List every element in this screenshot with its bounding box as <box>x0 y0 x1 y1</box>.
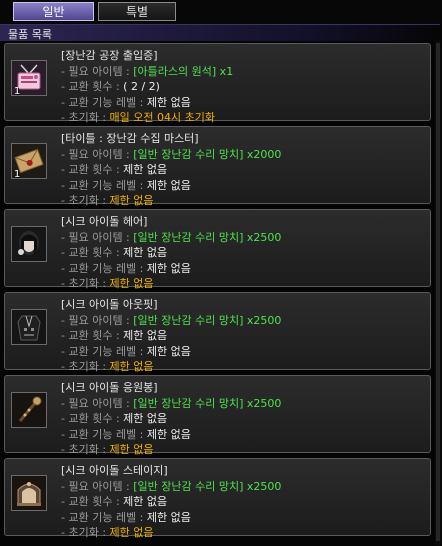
item-card[interactable]: [시크 아이돌 스테이지] - 필요 아이템 : [일반 장난감 수리 망치] … <box>4 458 431 539</box>
item-list-title: 물품 목록 <box>8 28 52 41</box>
item-title: [시크 아이돌 헤어] <box>61 215 148 228</box>
item-title: [장난감 공장 출입증] <box>61 49 158 62</box>
hair-icon <box>12 227 46 261</box>
required-item-label: - 필요 아이템 : <box>61 313 130 327</box>
required-item-label: - 필요 아이템 : <box>61 147 130 161</box>
required-item-label: - 필요 아이템 : <box>61 230 130 244</box>
item-list-header: 물품 목록 <box>0 24 440 41</box>
item-title: [시크 아이돌 아웃핏] <box>61 298 158 311</box>
cheer-stick-icon <box>12 393 46 427</box>
reset-label: - 초기화 : <box>61 194 107 207</box>
reset-value: 제한 없음 <box>109 360 154 373</box>
item-slot[interactable] <box>11 309 47 345</box>
exchange-level-label: - 교환 기능 레벨 : <box>61 344 144 358</box>
item-slot[interactable]: 1 <box>11 143 47 180</box>
scrollbar-thumb[interactable] <box>436 43 440 541</box>
required-item-label: - 필요 아이템 : <box>61 396 130 410</box>
scrollbar[interactable] <box>435 41 441 545</box>
reset-label: - 초기화 : <box>61 526 107 539</box>
reset-value: 제한 없음 <box>109 194 154 207</box>
item-title: [타이틀 : 장난감 수집 마스터] <box>61 132 199 145</box>
exchange-level-label: - 교환 기능 레벨 : <box>61 261 144 275</box>
exchange-level-value: 제한 없음 <box>146 510 191 524</box>
outfit-icon <box>12 310 46 344</box>
exchange-window: 일반 특별 물품 목록 1 [장난감 공장 출입증] - 필요 아이템 : [아… <box>0 0 442 546</box>
item-list: 1 [장난감 공장 출입증] - 필요 아이템 : [아틀라스의 원석] x1 … <box>2 41 434 545</box>
item-card[interactable]: [시크 아이돌 응원봉] - 필요 아이템 : [일반 장난감 수리 망치] x… <box>4 375 431 456</box>
item-title: [시크 아이돌 스테이지] <box>61 464 168 477</box>
item-title: [시크 아이돌 응원봉] <box>61 381 158 394</box>
required-item-value: [아틀라스의 원석] x1 <box>133 64 234 78</box>
reset-value: 제한 없음 <box>109 277 154 290</box>
exchange-count-label: - 교환 횟수 : <box>61 329 120 342</box>
required-item-value: [일반 장난감 수리 망치] x2500 <box>133 479 282 493</box>
stage-icon <box>12 476 46 510</box>
exchange-count-value: ( 2 / 2) <box>123 80 160 93</box>
required-item-label: - 필요 아이템 : <box>61 64 130 78</box>
exchange-count-label: - 교환 횟수 : <box>61 412 120 425</box>
exchange-level-label: - 교환 기능 레벨 : <box>61 427 144 441</box>
exchange-count-value: 제한 없음 <box>123 246 168 259</box>
required-item-label: - 필요 아이템 : <box>61 479 130 493</box>
required-item-value: [일반 장난감 수리 망치] x2500 <box>133 396 282 410</box>
item-slot[interactable] <box>11 226 47 262</box>
exchange-count-value: 제한 없음 <box>123 412 168 425</box>
exchange-level-value: 제한 없음 <box>146 178 191 192</box>
exchange-level-value: 제한 없음 <box>146 427 191 441</box>
exchange-count-label: - 교환 횟수 : <box>61 80 120 93</box>
exchange-level-label: - 교환 기능 레벨 : <box>61 178 144 192</box>
tab-bar: 일반 특별 <box>0 0 442 24</box>
required-item-value: [일반 장난감 수리 망치] x2500 <box>133 313 282 327</box>
required-item-value: [일반 장난감 수리 망치] x2500 <box>133 230 282 244</box>
reset-value: 제한 없음 <box>109 526 154 539</box>
reset-value: 매일 오전 04시 초기화 <box>109 111 215 124</box>
exchange-level-label: - 교환 기능 레벨 : <box>61 510 144 524</box>
item-card[interactable]: [시크 아이돌 헤어] - 필요 아이템 : [일반 장난감 수리 망치] x2… <box>4 209 431 290</box>
item-card[interactable]: 1 [장난감 공장 출입증] - 필요 아이템 : [아틀라스의 원석] x1 … <box>4 43 431 124</box>
tab-special[interactable]: 특별 <box>98 2 176 21</box>
reset-label: - 초기화 : <box>61 360 107 373</box>
exchange-level-value: 제한 없음 <box>146 344 191 358</box>
exchange-count-value: 제한 없음 <box>123 495 168 508</box>
item-card[interactable]: 1 [타이틀 : 장난감 수집 마스터] - 필요 아이템 : [일반 장난감 … <box>4 126 431 207</box>
exchange-level-label: - 교환 기능 레벨 : <box>61 95 144 109</box>
exchange-count-label: - 교환 횟수 : <box>61 163 120 176</box>
item-card[interactable]: [시크 아이돌 아웃핏] - 필요 아이템 : [일반 장난감 수리 망치] x… <box>4 292 431 373</box>
reset-label: - 초기화 : <box>61 111 107 124</box>
item-quantity: 1 <box>14 86 21 97</box>
exchange-level-value: 제한 없음 <box>146 261 191 275</box>
exchange-count-label: - 교환 횟수 : <box>61 246 120 259</box>
reset-value: 제한 없음 <box>109 443 154 456</box>
item-slot[interactable]: 1 <box>11 60 47 97</box>
exchange-count-value: 제한 없음 <box>123 329 168 342</box>
exchange-count-label: - 교환 횟수 : <box>61 495 120 508</box>
item-slot[interactable] <box>11 392 47 428</box>
item-slot[interactable] <box>11 475 47 511</box>
reset-label: - 초기화 : <box>61 277 107 290</box>
exchange-level-value: 제한 없음 <box>146 95 191 109</box>
reset-label: - 초기화 : <box>61 443 107 456</box>
exchange-count-value: 제한 없음 <box>123 163 168 176</box>
item-quantity: 1 <box>14 169 21 180</box>
tab-general[interactable]: 일반 <box>13 2 94 21</box>
required-item-value: [일반 장난감 수리 망치] x2000 <box>133 147 282 161</box>
